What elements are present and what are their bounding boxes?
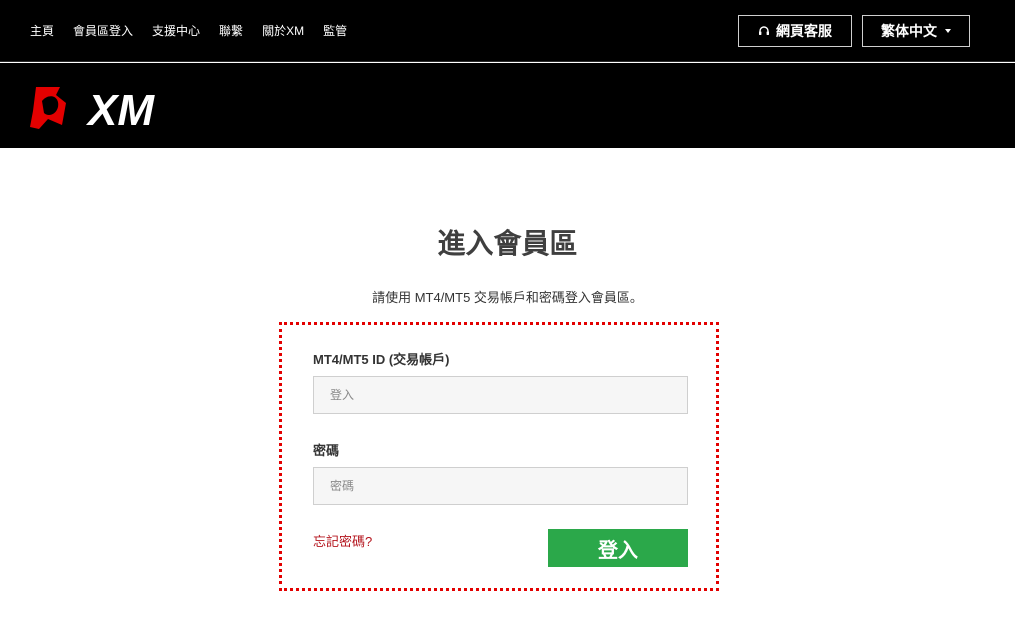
forgot-password-link[interactable]: 忘記密碼? bbox=[313, 531, 372, 550]
caret-down-icon bbox=[945, 29, 951, 33]
main-nav: 主頁 會員區登入 支援中心 聯繫 關於XM 監管 bbox=[30, 23, 347, 39]
nav-item-home[interactable]: 主頁 bbox=[30, 23, 54, 39]
nav-item-support-center[interactable]: 支援中心 bbox=[152, 23, 200, 39]
account-id-label: MT4/MT5 ID (交易帳戶) bbox=[313, 352, 450, 367]
login-submit-button[interactable]: 登入 bbox=[548, 529, 688, 567]
nav-item-member-login[interactable]: 會員區登入 bbox=[73, 23, 133, 39]
nav-item-regulation[interactable]: 監管 bbox=[323, 23, 347, 39]
account-id-input[interactable] bbox=[313, 376, 688, 414]
live-chat-label: 網頁客服 bbox=[776, 23, 832, 39]
top-navigation-bar: 主頁 會員區登入 支援中心 聯繫 關於XM 監管 網頁客服 繁体中文 bbox=[0, 0, 1015, 62]
password-label: 密碼 bbox=[313, 443, 340, 458]
page-title: 進入會員區 bbox=[437, 228, 578, 259]
nav-item-about[interactable]: 關於XM bbox=[262, 23, 304, 39]
login-form: MT4/MT5 ID (交易帳戶) 密碼 忘記密碼? 登入 bbox=[279, 322, 719, 591]
logo-wordmark: XM bbox=[85, 86, 155, 129]
page-subtitle: 請使用 MT4/MT5 交易帳戶和密碼登入會員區。 bbox=[372, 290, 643, 305]
language-selector[interactable]: 繁体中文 bbox=[862, 15, 970, 47]
headset-icon bbox=[759, 26, 769, 35]
live-chat-button[interactable]: 網頁客服 bbox=[738, 15, 852, 47]
language-label: 繁体中文 bbox=[881, 23, 937, 39]
brand-header: XM bbox=[0, 63, 1015, 148]
nav-item-contact[interactable]: 聯繫 bbox=[219, 23, 243, 39]
password-input[interactable] bbox=[313, 467, 688, 505]
xm-logo[interactable]: XM bbox=[30, 85, 178, 129]
